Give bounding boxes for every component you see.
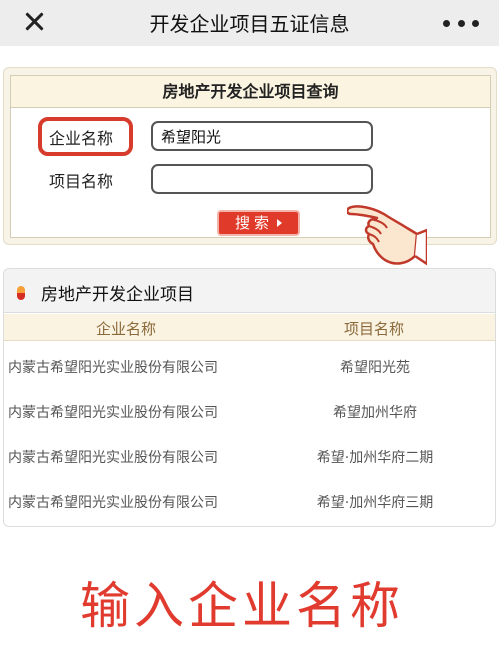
row-company: 内蒙古希望阳光实业股份有限公司 xyxy=(8,405,218,421)
company-name-input[interactable] xyxy=(151,121,373,151)
results-title: 房地产开发企业项目 xyxy=(41,285,194,305)
row-project: 希望·加州华府三期 xyxy=(316,495,434,511)
pointing-hand-icon xyxy=(347,205,427,266)
column-header-company: 企业名称 xyxy=(96,320,157,338)
more-options-icon[interactable] xyxy=(443,13,479,33)
query-title: 房地产开发企业项目查询 xyxy=(11,76,490,108)
results-header: 房地产开发企业项目 xyxy=(4,269,495,313)
row-project: 希望加州华府 xyxy=(333,405,417,421)
table-row[interactable]: 内蒙古希望阳光实业股份有限公司 希望·加州华府三期 xyxy=(4,480,495,525)
search-button[interactable]: 搜索 xyxy=(217,210,300,236)
query-panel: 房地产开发企业项目查询 企业名称 项目名称 搜索 xyxy=(3,67,497,266)
company-name-label: 企业名称 xyxy=(49,129,114,148)
table-header: 企业名称 项目名称 xyxy=(4,314,495,341)
row-company: 内蒙古希望阳光实业股份有限公司 xyxy=(8,450,218,466)
instruction-caption: 输入企业名称 xyxy=(80,577,404,635)
bullet-icon xyxy=(17,286,25,300)
table-row[interactable]: 内蒙古希望阳光实业股份有限公司 希望加州华府 xyxy=(4,390,495,435)
row-company: 内蒙古希望阳光实业股份有限公司 xyxy=(8,495,218,511)
search-button-label: 搜索 xyxy=(234,214,273,232)
table-row[interactable]: 内蒙古希望阳光实业股份有限公司 希望阳光苑 xyxy=(4,345,495,390)
column-header-project: 项目名称 xyxy=(344,320,405,338)
project-name-label: 项目名称 xyxy=(49,172,114,191)
table-row[interactable]: 内蒙古希望阳光实业股份有限公司 希望·加州华府二期 xyxy=(4,435,495,480)
top-bar: 开发企业项目五证信息 xyxy=(0,0,499,46)
query-form: 房地产开发企业项目查询 企业名称 项目名称 搜索 xyxy=(10,75,491,266)
row-company: 内蒙古希望阳光实业股份有限公司 xyxy=(8,360,218,376)
row-project: 希望阳光苑 xyxy=(340,360,410,376)
row-project: 希望·加州华府二期 xyxy=(316,450,434,466)
results-panel: 房地产开发企业项目 企业名称 项目名称 内蒙古希望阳光实业股份有限公司 希望阳光… xyxy=(3,268,496,527)
project-name-input[interactable] xyxy=(151,164,373,194)
arrow-right-icon xyxy=(277,219,282,227)
page-title: 开发企业项目五证信息 xyxy=(149,12,350,36)
